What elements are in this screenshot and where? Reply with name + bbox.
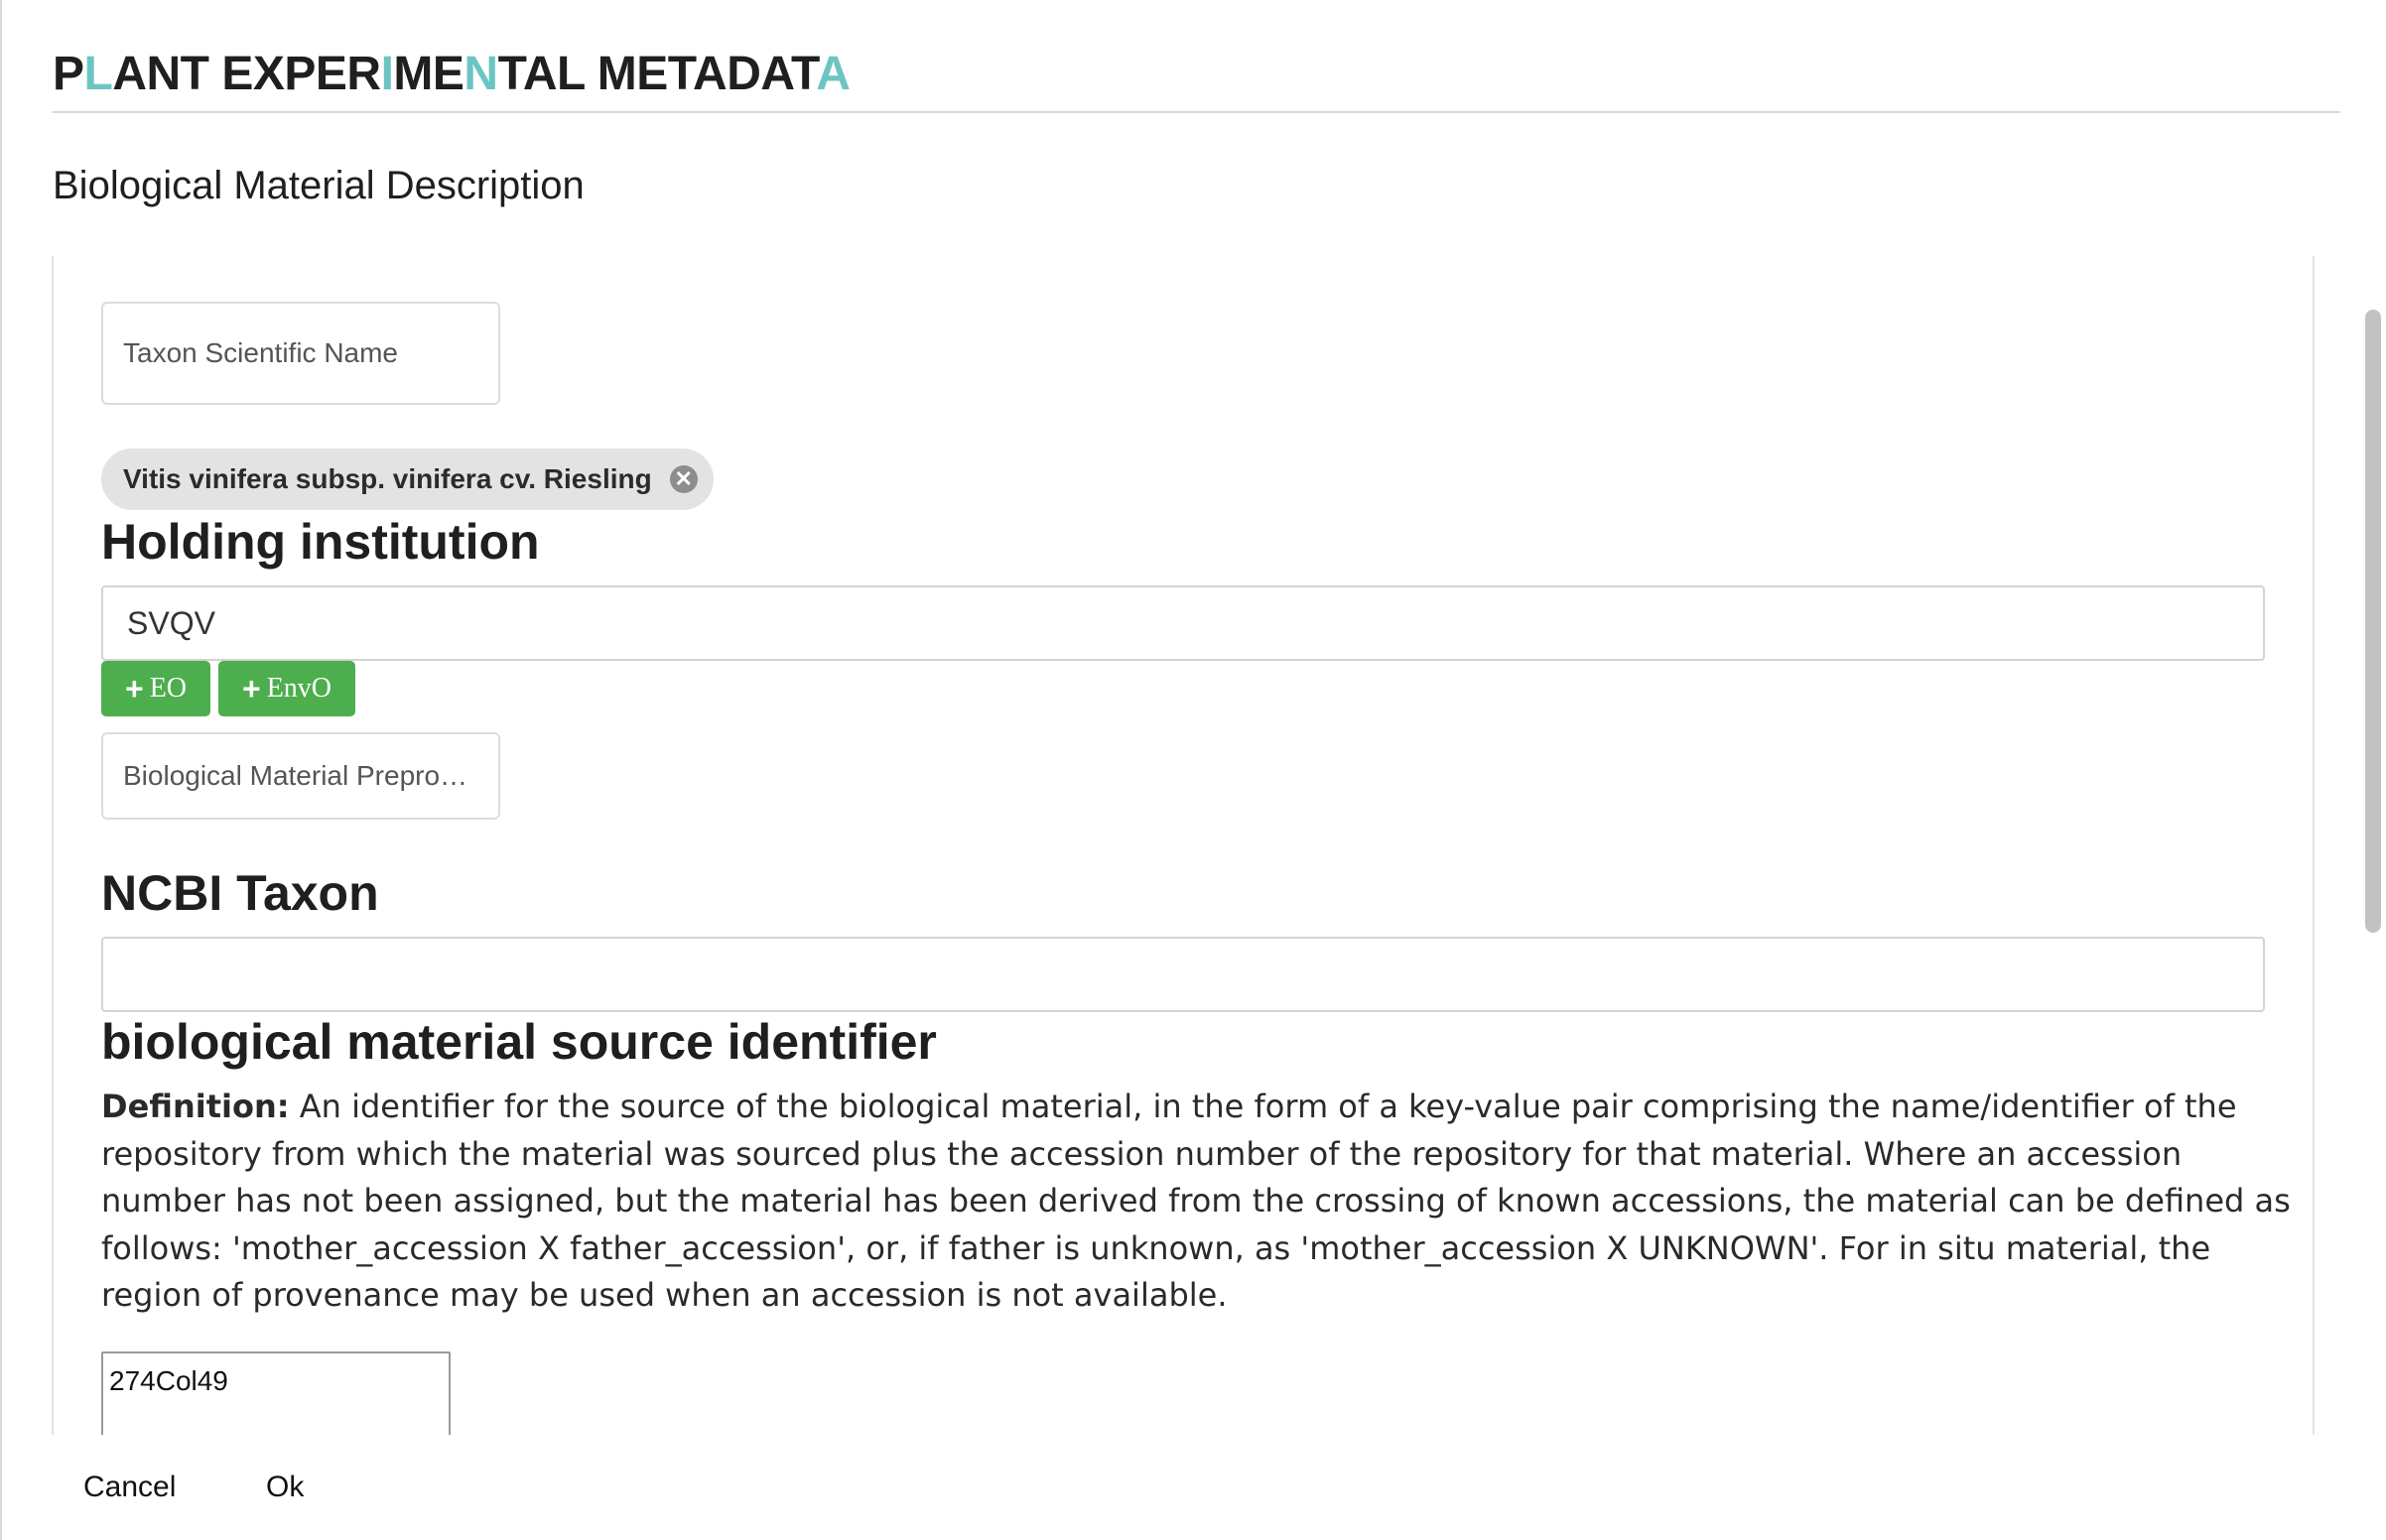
app-title-part: A [816, 48, 851, 100]
holding-institution-heading: Holding institution [101, 514, 540, 570]
biological-material-preprocessing-field[interactable]: Biological Material Prepro… [101, 732, 500, 820]
plus-icon: + [125, 670, 144, 706]
ok-button[interactable]: Ok [252, 1463, 318, 1512]
title-divider [53, 111, 2340, 113]
close-circle-icon[interactable]: ✕ [669, 465, 698, 493]
app-title-part: TAL METADAT [497, 48, 817, 100]
dialog-subtitle: Biological Material Description [53, 164, 585, 207]
add-eo-button[interactable]: + EO [101, 661, 211, 716]
taxon-scientific-name-label: Taxon Scientific Name [123, 337, 399, 368]
scrollbar-thumb[interactable] [2365, 310, 2381, 933]
taxon-scientific-name-field[interactable]: Taxon Scientific Name [101, 302, 500, 405]
source-identifier-textarea[interactable]: 274Col49 [101, 1351, 451, 1435]
app-title-part: N [464, 48, 498, 100]
plus-icon: + [242, 670, 261, 706]
app-title-part: ANT EXPER [112, 48, 381, 100]
form-scroll-area[interactable]: Taxon Scientific Name Vitis vinifera sub… [52, 256, 2315, 1435]
source-identifier-heading: biological material source identifier [101, 1014, 937, 1070]
holding-institution-input[interactable] [101, 585, 2265, 661]
app-title-part: ME [393, 48, 464, 100]
selected-taxon-chip: Vitis vinifera subsp. vinifera cv. Riesl… [101, 449, 714, 510]
add-eo-label: EO [149, 673, 188, 704]
add-envo-button[interactable]: + EnvO [218, 661, 356, 716]
definition-text: An identifier for the source of the biol… [101, 1088, 2291, 1314]
app-title-part: L [83, 48, 113, 100]
app-title: PLANT EXPERIMENTAL METADATA [53, 44, 851, 105]
ncbi-taxon-heading: NCBI Taxon [101, 865, 379, 921]
selected-taxon-label: Vitis vinifera subsp. vinifera cv. Riesl… [123, 463, 652, 494]
definition-label: Definition: [101, 1088, 290, 1125]
add-envo-label: EnvO [266, 673, 332, 704]
source-identifier-definition: Definition: An identifier for the source… [101, 1084, 2305, 1320]
metadata-dialog: PLANT EXPERIMENTAL METADATA Biological M… [0, 0, 2386, 1540]
cancel-button[interactable]: Cancel [69, 1463, 190, 1512]
app-title-part: P [53, 48, 84, 100]
ncbi-taxon-input[interactable] [101, 937, 2265, 1012]
preprocessing-label: Biological Material Prepro… [123, 760, 468, 791]
app-title-part: I [380, 48, 394, 100]
